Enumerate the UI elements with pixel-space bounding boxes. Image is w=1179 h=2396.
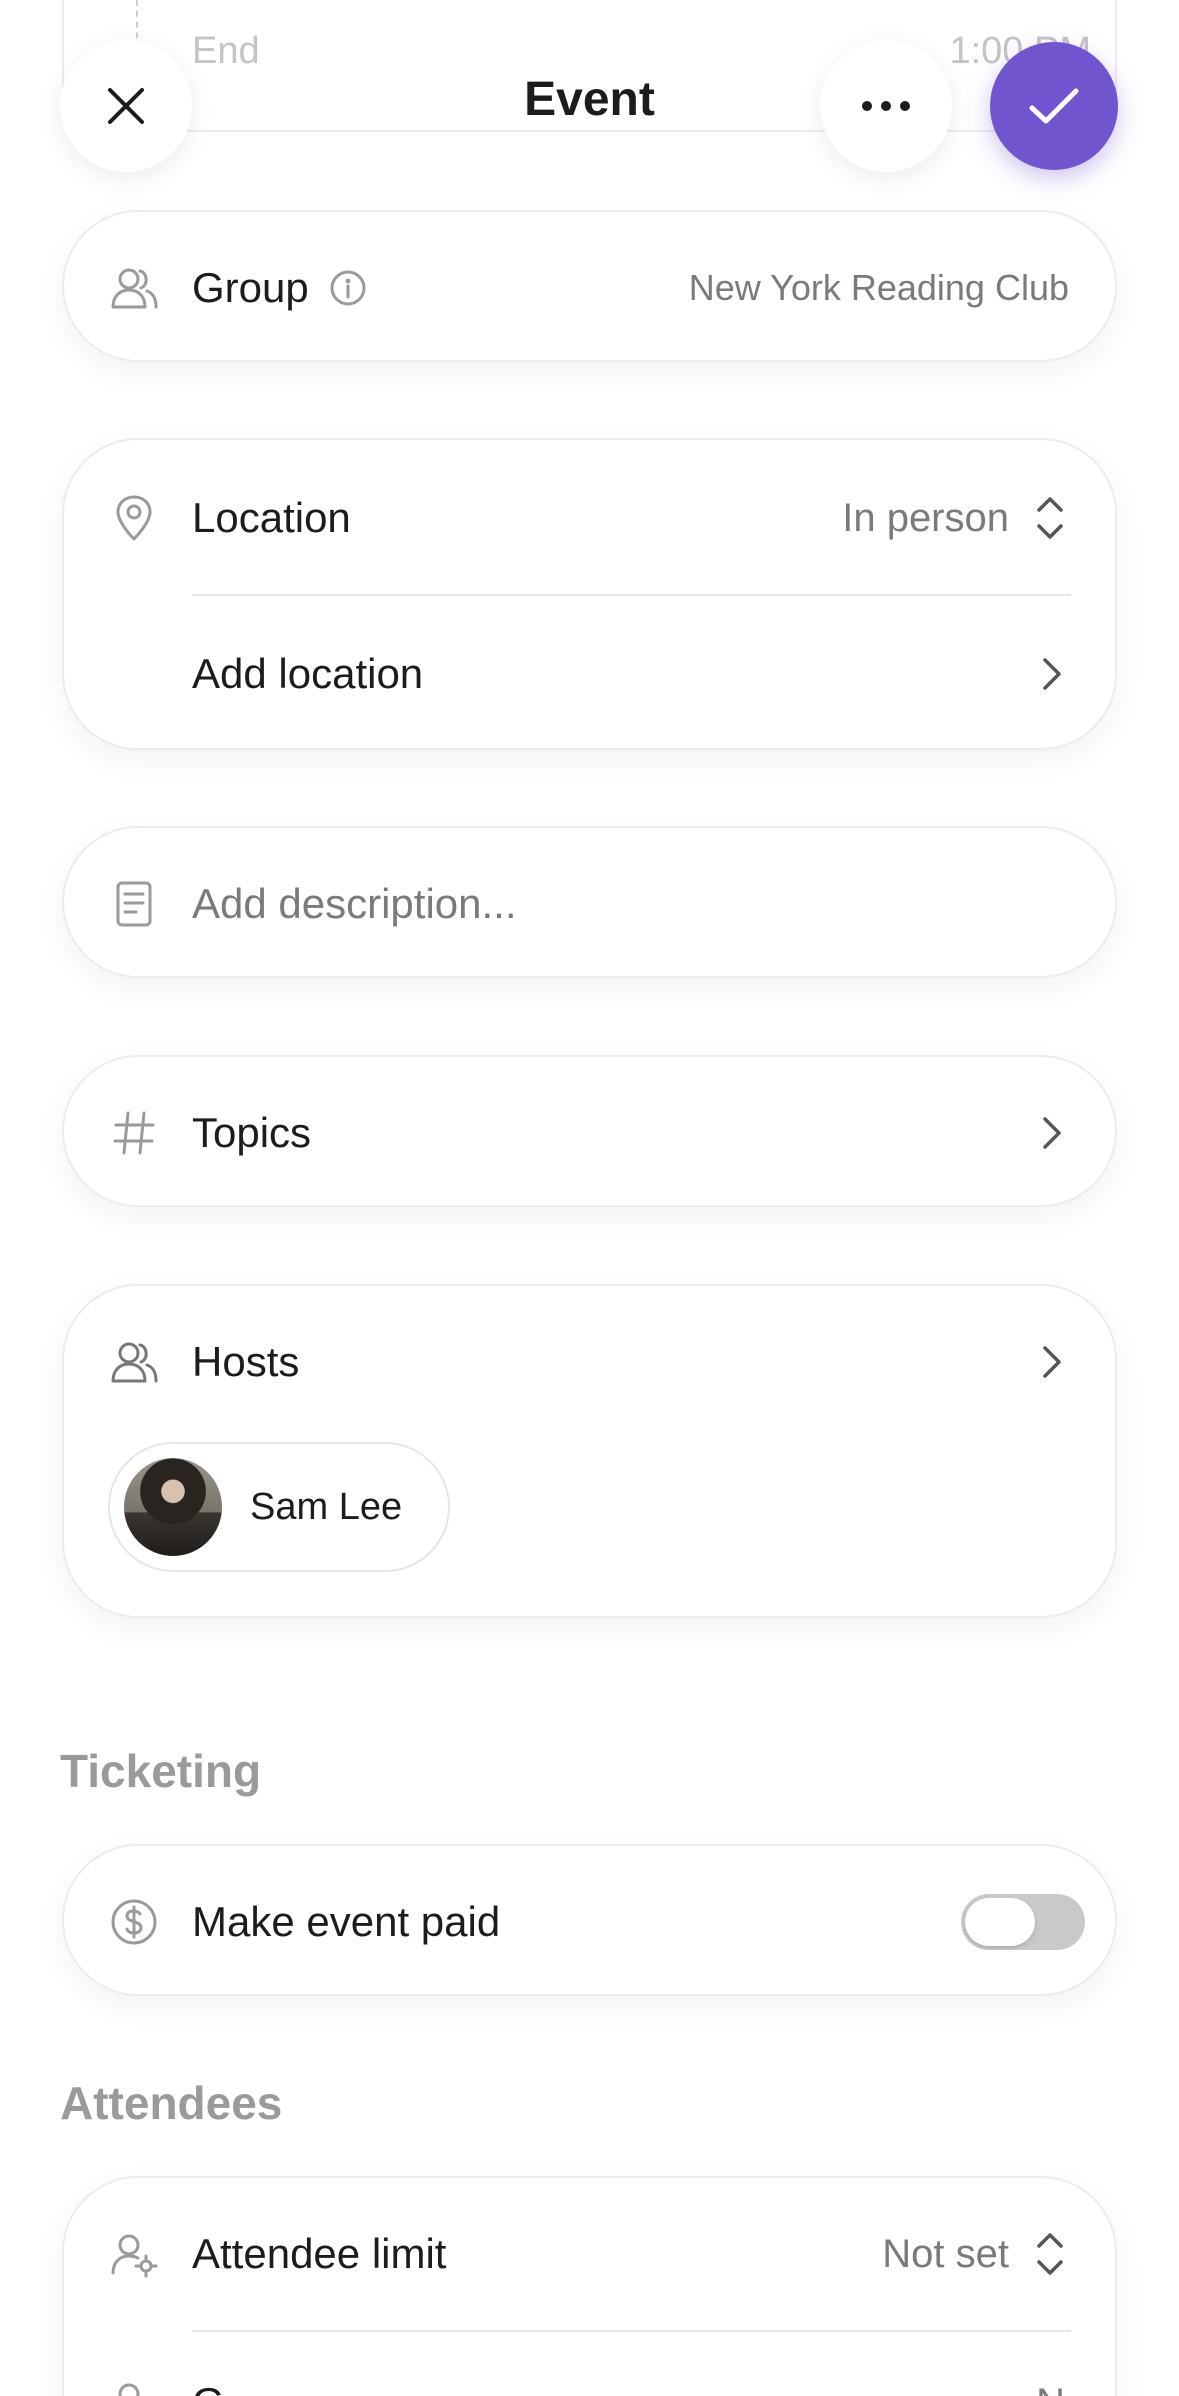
ticketing-section-title: Ticketing <box>60 1745 262 1797</box>
hosts-row[interactable]: Hosts <box>64 1286 1115 1438</box>
close-button[interactable] <box>60 40 192 172</box>
user-icon <box>108 2377 160 2396</box>
location-mode-value[interactable]: In person <box>842 492 1065 544</box>
description-input[interactable]: Add description... <box>192 880 517 928</box>
topics-card[interactable]: Topics <box>62 1055 1117 1207</box>
host-chip[interactable]: Sam Lee <box>108 1442 450 1572</box>
hashtag-icon <box>108 1107 160 1159</box>
location-pin-icon <box>108 492 160 544</box>
chevron-right-icon <box>1043 658 1061 690</box>
attendee-limit-label: Attendee limit <box>192 2230 447 2277</box>
close-icon <box>108 88 144 124</box>
paid-label: Make event paid <box>192 1898 501 1945</box>
attendees-next-label: G <box>192 2379 225 2396</box>
group-card[interactable]: Group New York Reading Club <box>62 210 1117 362</box>
more-button[interactable] <box>820 40 952 172</box>
attendee-limit-value[interactable]: Not set <box>882 2228 1065 2280</box>
description-card[interactable]: Add description... <box>62 826 1117 978</box>
attendees-next-value: N <box>1036 2381 1065 2396</box>
user-settings-icon <box>108 2228 160 2280</box>
attendee-limit-text: Not set <box>882 2231 1009 2276</box>
attendee-limit-row[interactable]: Attendee limit Not set <box>64 2178 1115 2330</box>
attendees-section-title: Attendees <box>60 2077 283 2129</box>
topics-label: Topics <box>192 1109 312 1156</box>
host-name: Sam Lee <box>250 1485 403 1528</box>
chevron-right-icon <box>1043 1346 1061 1378</box>
group-value: New York Reading Club <box>688 267 1069 308</box>
attendees-next-row[interactable]: G N <box>64 2368 1115 2396</box>
users-icon <box>108 262 160 314</box>
users-icon <box>108 1336 160 1388</box>
location-mode-text: In person <box>842 495 1009 540</box>
group-label: Group <box>192 264 309 311</box>
toggle-knob <box>965 1898 1035 1946</box>
confirm-button[interactable] <box>990 42 1118 170</box>
location-label: Location <box>192 494 351 541</box>
attendees-card: Attendee limit Not set G N <box>62 2176 1117 2396</box>
location-mode-row[interactable]: Location In person <box>64 440 1115 596</box>
hosts-label: Hosts <box>192 1338 300 1385</box>
add-location-row[interactable]: Add location <box>64 596 1115 752</box>
attendees-divider <box>192 2330 1071 2332</box>
chevron-up-down-icon <box>1037 497 1063 539</box>
paid-toggle[interactable] <box>961 1894 1085 1950</box>
location-card: Location In person Add location <box>62 438 1117 750</box>
end-label: End <box>192 30 260 72</box>
document-icon <box>108 878 160 930</box>
chevron-right-icon <box>1043 1117 1061 1149</box>
add-location-label: Add location <box>192 650 424 697</box>
dollar-icon <box>108 1896 160 1948</box>
check-icon <box>1029 88 1079 124</box>
more-icon <box>862 101 910 111</box>
hosts-card: Hosts Sam Lee <box>62 1284 1117 1618</box>
ticketing-card: Make event paid <box>62 1844 1117 1996</box>
info-icon[interactable] <box>329 269 367 307</box>
avatar <box>124 1458 222 1556</box>
chevron-up-down-icon <box>1037 2233 1063 2275</box>
